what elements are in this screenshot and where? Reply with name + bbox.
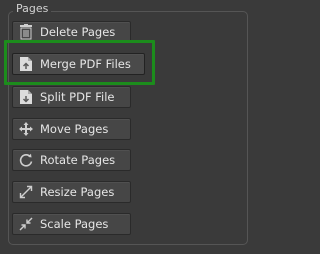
move-icon [18, 121, 34, 137]
move-pages-button[interactable]: Move Pages [12, 118, 131, 140]
merge-pdf-files-button[interactable]: Merge PDF Files [12, 53, 145, 75]
split-pdf-file-button[interactable]: Split PDF File [12, 86, 131, 108]
rotate-pages-button[interactable]: Rotate Pages [12, 149, 131, 171]
split-pdf-icon [18, 89, 34, 105]
pages-panel-title: Pages [13, 2, 52, 16]
rotate-pages-label: Rotate Pages [40, 153, 116, 167]
resize-pages-label: Resize Pages [40, 185, 115, 199]
delete-pages-label: Delete Pages [40, 25, 116, 39]
resize-icon [18, 184, 34, 200]
move-pages-label: Move Pages [40, 122, 109, 136]
scale-pages-label: Scale Pages [40, 217, 109, 231]
scale-pages-button[interactable]: Scale Pages [12, 213, 131, 235]
scale-icon [18, 216, 34, 232]
merge-pdf-files-label: Merge PDF Files [40, 57, 131, 71]
resize-pages-button[interactable]: Resize Pages [12, 181, 131, 203]
delete-pages-button[interactable]: Delete Pages [12, 21, 131, 43]
split-pdf-file-label: Split PDF File [40, 90, 115, 104]
trash-icon [18, 24, 34, 40]
rotate-icon [18, 152, 34, 168]
merge-pdf-icon [18, 56, 34, 72]
